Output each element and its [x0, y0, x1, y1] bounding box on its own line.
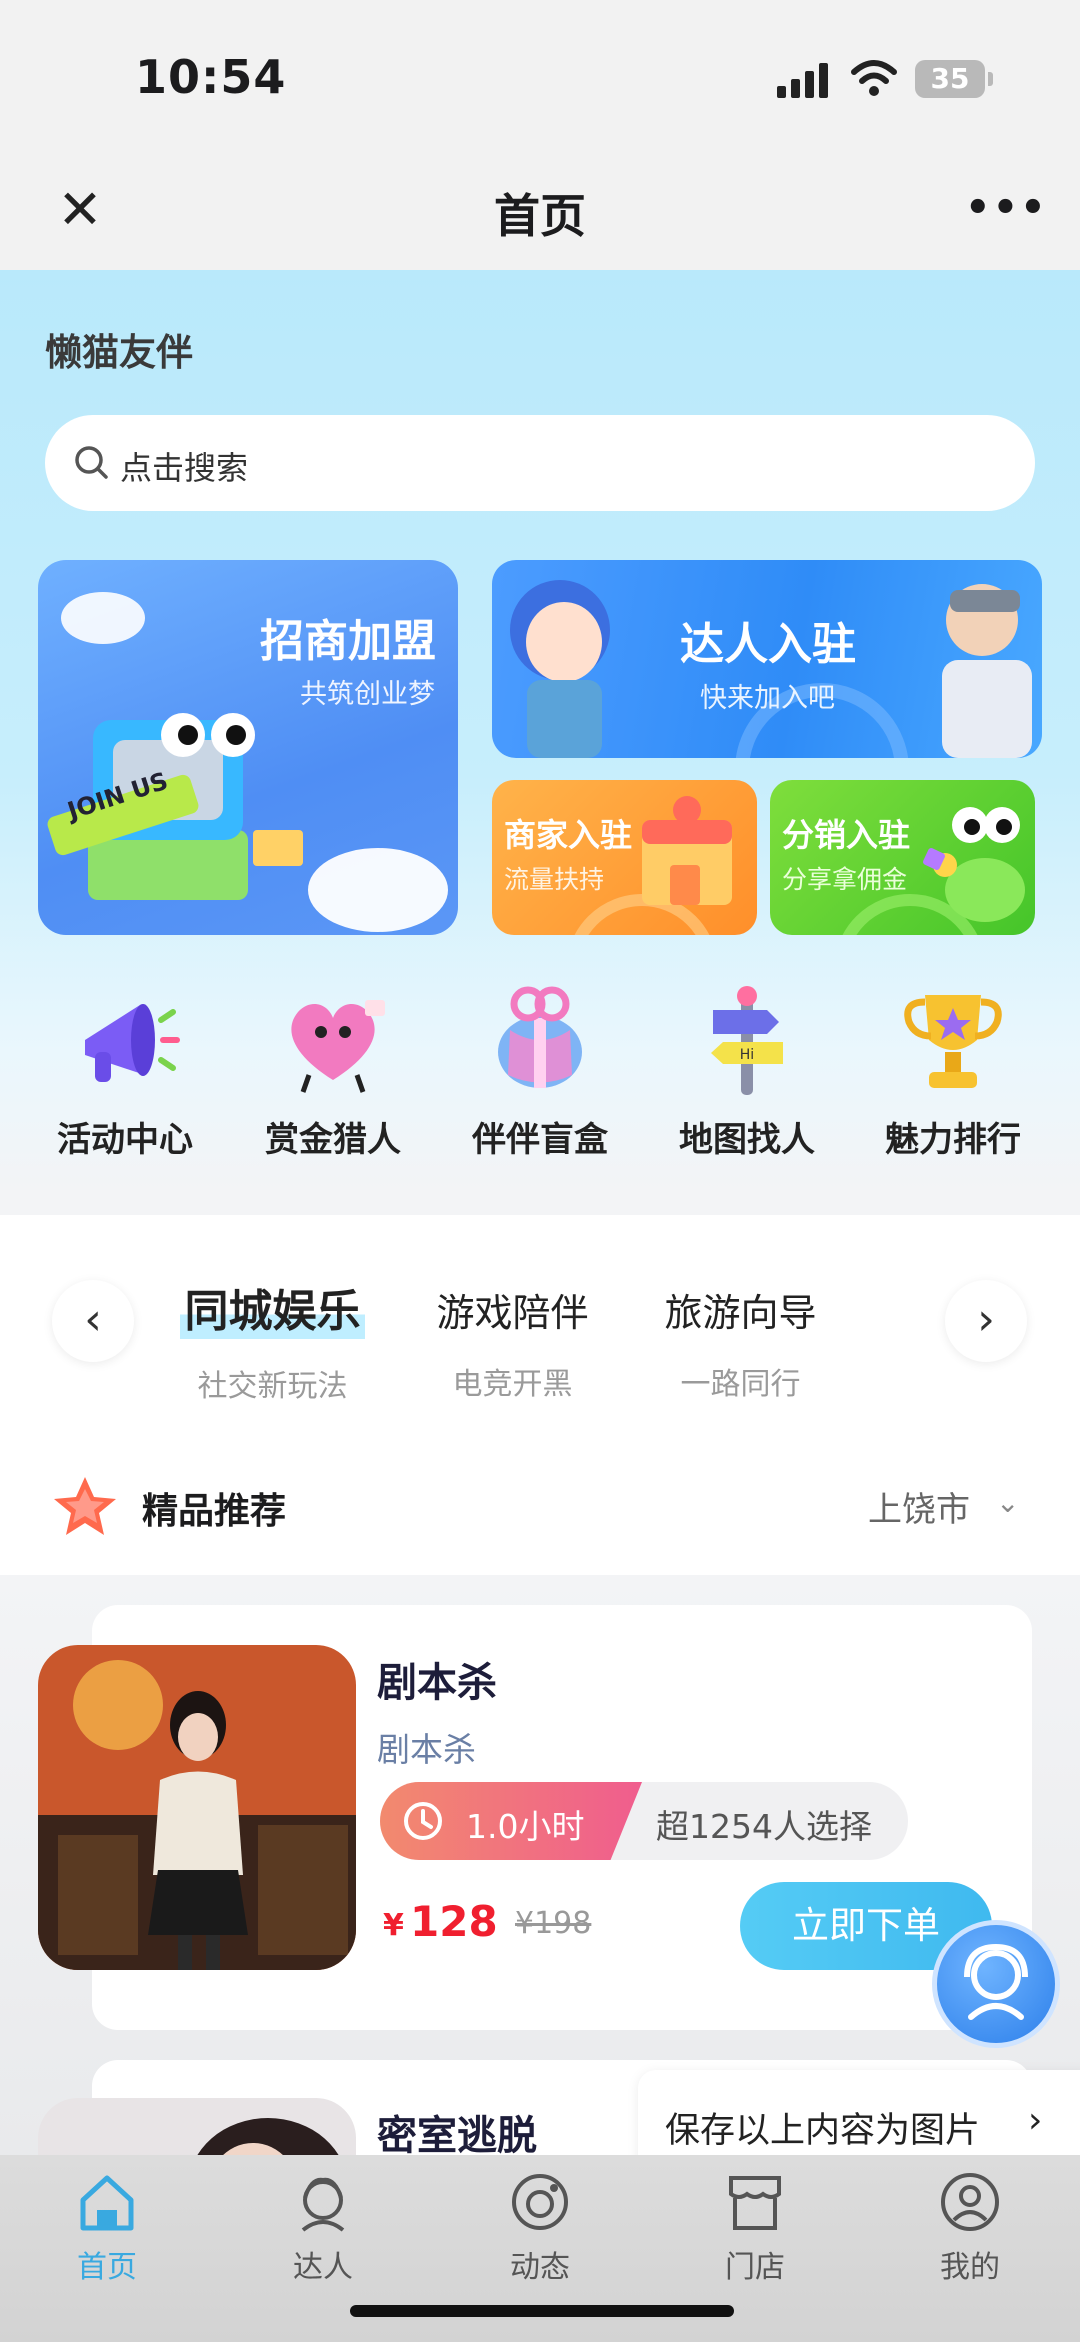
tab-label: 我的	[940, 2250, 1000, 2285]
chevron-right-icon: ›	[1028, 2100, 1043, 2141]
menu-label: 赏金猎人	[265, 1120, 401, 1160]
tab-profile[interactable]: 我的	[905, 2170, 1035, 2286]
megaphone-icon	[85, 1004, 180, 1082]
customer-service-icon	[964, 1943, 1028, 2020]
signal-icon	[777, 63, 828, 98]
shop-join-title: 商家入驻	[504, 816, 633, 854]
more-icon[interactable]: •••	[965, 178, 1046, 238]
product-image[interactable]	[38, 1645, 356, 1970]
duration-text: 1.0小时	[466, 1807, 585, 1846]
shop-join-subtitle: 流量扶持	[504, 865, 605, 894]
menu-item-blind-box[interactable]: 伴伴盲盒	[455, 980, 625, 1160]
tab-store[interactable]: 门店	[690, 2170, 820, 2286]
menu-item-map-finder[interactable]: Hi 地图找人	[662, 980, 832, 1160]
search-icon	[75, 446, 108, 479]
tab-label: 达人	[293, 2250, 353, 2285]
person-icon	[301, 2177, 345, 2232]
status-time: 10:54	[135, 50, 287, 104]
tab-label: 游戏陪伴	[436, 1291, 589, 1335]
app-name: 懒猫友伴	[45, 331, 193, 374]
product-category: 剧本杀	[377, 1730, 476, 1769]
currency-symbol: ¥	[383, 1908, 404, 1943]
home-indicator	[350, 2305, 734, 2317]
battery-indicator: 35	[915, 60, 993, 98]
menu-label: 活动中心	[57, 1120, 193, 1160]
moments-icon	[512, 2174, 568, 2230]
tab-travel-guide[interactable]: 旅游向导 一路同行	[658, 1282, 823, 1403]
trophy-icon	[904, 995, 1002, 1088]
store-icon	[729, 2176, 781, 2230]
star-icon	[54, 1477, 116, 1535]
menu-label: 魅力排行	[885, 1120, 1021, 1160]
svg-text:Hi: Hi	[740, 1047, 754, 1063]
talent-join-subtitle: 快来加入吧	[700, 683, 835, 714]
gift-box-icon	[498, 986, 582, 1088]
menu-item-bounty-hunter[interactable]: 赏金猎人	[248, 980, 418, 1160]
menu-label: 伴伴盲盒	[472, 1120, 608, 1160]
tab-home[interactable]: 首页	[42, 2170, 172, 2286]
product-name: 剧本杀	[377, 1660, 497, 1706]
tab-label: 同城娱乐	[180, 1275, 365, 1339]
page-title: 首页	[494, 189, 586, 243]
distribution-join-title: 分销入驻	[782, 816, 911, 854]
chevron-left-icon[interactable]: ‹	[52, 1280, 134, 1362]
menu-item-charm-ranking[interactable]: 魅力排行	[868, 980, 1038, 1160]
product-price: 128	[410, 1897, 498, 1946]
recommend-title: 精品推荐	[142, 1491, 287, 1532]
tab-game-companion[interactable]: 游戏陪伴 电竞开黑	[430, 1282, 595, 1403]
tab-subtitle: 社交新玩法	[197, 1369, 348, 1404]
distribution-join-subtitle: 分享拿佣金	[782, 865, 908, 894]
heart-character-icon	[291, 1000, 385, 1093]
chevron-right-icon[interactable]: ›	[945, 1280, 1027, 1362]
customer-service-button[interactable]	[932, 1920, 1060, 2048]
tab-local-entertainment[interactable]: 同城娱乐 社交新玩法	[180, 1275, 365, 1405]
frog-coins-illustration	[842, 807, 1025, 935]
tab-label: 门店	[725, 2250, 785, 2285]
shop-join-banner[interactable]	[492, 780, 757, 935]
tab-moments[interactable]: 动态	[475, 2170, 605, 2286]
product-name: 密室逃脱	[377, 2113, 537, 2159]
chevron-down-icon[interactable]: ⌄	[996, 1486, 1019, 1519]
merchant-join-title: 招商加盟	[260, 616, 436, 667]
city-selector[interactable]: 上饶市	[868, 1482, 970, 1531]
popularity-text: 超1254人选择	[656, 1807, 872, 1846]
product-photo	[38, 1645, 356, 1970]
clock-icon	[404, 1802, 442, 1840]
signpost-icon: Hi	[711, 986, 783, 1095]
menu-item-activity-center[interactable]: 活动中心	[40, 980, 210, 1160]
wifi-icon	[851, 60, 897, 96]
merchant-join-subtitle: 共筑创业梦	[300, 679, 435, 710]
search-placeholder: 点击搜索	[120, 449, 249, 487]
home-icon	[80, 2175, 134, 2231]
tab-subtitle: 电竞开黑	[452, 1367, 573, 1402]
tab-label: 旅游向导	[664, 1291, 817, 1335]
tab-label: 动态	[510, 2250, 570, 2285]
distribution-join-banner[interactable]	[770, 780, 1035, 935]
tab-talent[interactable]: 达人	[258, 2170, 388, 2286]
tab-subtitle: 一路同行	[680, 1367, 801, 1402]
menu-label: 地图找人	[679, 1120, 815, 1160]
store-gift-illustration	[574, 796, 732, 935]
save-as-image-label: 保存以上内容为图片	[665, 2111, 981, 2151]
talent-join-title: 达人入驻	[680, 619, 856, 670]
original-price: ¥198	[515, 1906, 592, 1941]
tab-label: 首页	[77, 2250, 137, 2285]
profile-icon	[941, 2173, 999, 2231]
